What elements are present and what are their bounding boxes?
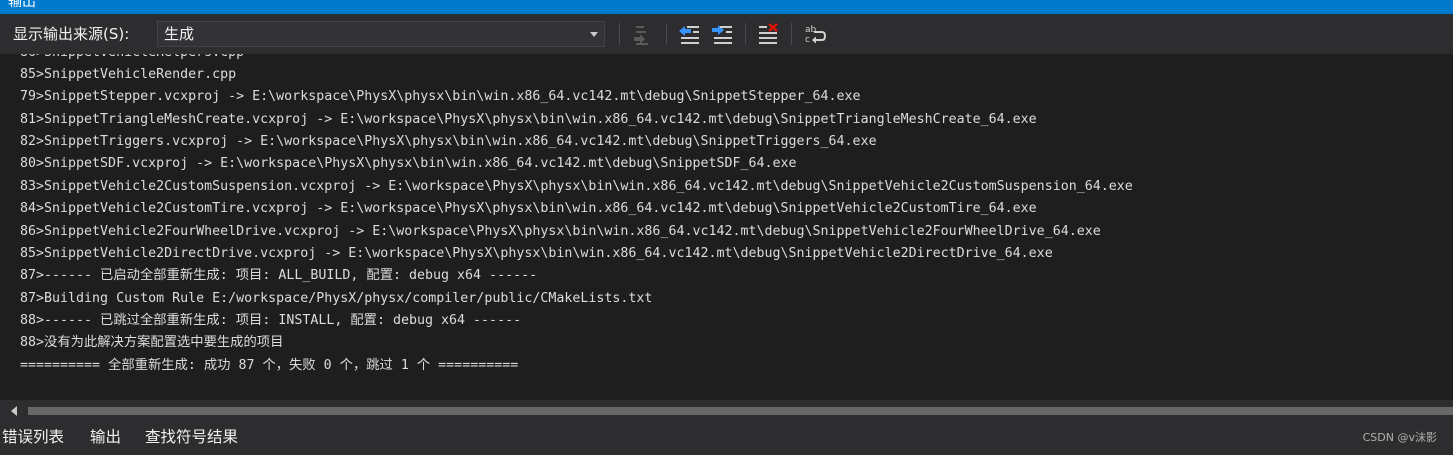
next-message-button[interactable] <box>710 22 734 46</box>
previous-message-button[interactable] <box>677 22 701 46</box>
output-line: 80>SnippetSDF.vcxproj -> E:\workspace\Ph… <box>20 156 797 171</box>
output-source-value: 生成 <box>164 25 195 43</box>
output-line: 82>SnippetTriggers.vcxproj -> E:\workspa… <box>20 134 877 149</box>
output-toolbar: 显示输出来源(S): 生成 ab c <box>0 14 1453 54</box>
output-window: 输出 显示输出来源(S): 生成 ab c 85>SnippetVehicleR… <box>0 0 1453 455</box>
tab-error-list[interactable]: 错误列表 <box>2 426 64 448</box>
output-line: 88>------ 已跳过全部重新生成: 项目: INSTALL, 配置: de… <box>20 313 522 328</box>
previous-message-icon <box>679 26 699 44</box>
goto-line-icon <box>634 26 648 45</box>
output-source-dropdown[interactable]: 生成 <box>157 21 605 47</box>
output-text-pane[interactable]: 86>SnippetVehicleHelpers.cpp 85>SnippetV… <box>0 54 1453 400</box>
clear-all-button[interactable] <box>756 22 780 46</box>
output-line: 84>SnippetVehicle2CustomTire.vcxproj -> … <box>20 201 1037 216</box>
toolbar-separator <box>619 23 620 45</box>
tool-window-tabs: 错误列表 输出 查找符号结果 CSDN @v沫影 <box>0 422 1453 455</box>
output-line: 86>SnippetVehicle2FourWheelDrive.vcxproj… <box>20 224 1101 239</box>
scroll-left-icon[interactable] <box>11 406 17 416</box>
watermark: CSDN @v沫影 <box>1362 431 1437 444</box>
show-output-from-label: 显示输出来源(S): <box>13 25 130 43</box>
output-line: 85>SnippetVehicleRender.cpp <box>20 67 237 82</box>
toolbar-separator <box>791 23 792 45</box>
window-title: 输出 <box>8 0 36 10</box>
svg-text:ab: ab <box>805 25 817 35</box>
output-line: 87>------ 已启动全部重新生成: 项目: ALL_BUILD, 配置: … <box>20 268 538 283</box>
next-message-icon <box>712 25 732 44</box>
word-wrap-icon: ab c <box>805 25 827 45</box>
toolbar-separator <box>666 23 667 45</box>
output-line: 88>没有为此解决方案配置选中要生成的项目 <box>20 335 284 350</box>
clear-all-icon <box>759 23 778 44</box>
output-line: 81>SnippetTriangleMeshCreate.vcxproj -> … <box>20 112 1037 127</box>
output-line: 86>SnippetVehicleHelpers.cpp <box>20 54 244 62</box>
tab-find-symbol-results[interactable]: 查找符号结果 <box>145 426 238 448</box>
output-line: 87>Building Custom Rule E:/workspace/Phy… <box>20 291 653 306</box>
svg-text:c: c <box>805 35 810 45</box>
chevron-down-icon <box>590 32 598 37</box>
scrollbar-thumb[interactable] <box>28 407 1453 415</box>
output-line: ========== 全部重新生成: 成功 87 个，失败 0 个，跳过 1 个… <box>20 358 519 373</box>
output-line: 83>SnippetVehicle2CustomSuspension.vcxpr… <box>20 179 1133 194</box>
toggle-word-wrap-button[interactable]: ab c <box>803 22 827 46</box>
toolbar-separator <box>745 23 746 45</box>
tab-output[interactable]: 输出 <box>90 426 121 448</box>
output-line: 79>SnippetStepper.vcxproj -> E:\workspac… <box>20 89 861 104</box>
title-bar[interactable]: 输出 <box>0 0 1453 14</box>
goto-line-button[interactable] <box>630 22 654 46</box>
output-line: 85>SnippetVehicle2DirectDrive.vcxproj ->… <box>20 246 1053 261</box>
horizontal-scrollbar[interactable] <box>0 400 1453 422</box>
